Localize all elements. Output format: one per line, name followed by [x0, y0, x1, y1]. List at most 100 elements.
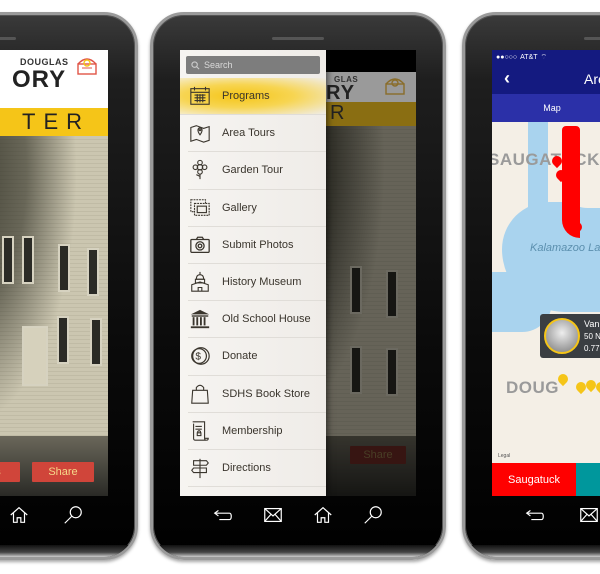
share-button-dimmed: Share: [350, 446, 406, 464]
menu-label: Programs: [222, 90, 270, 103]
window: [386, 348, 398, 396]
location-callout[interactable]: Van 50 N 0.77: [540, 314, 600, 358]
gallery-frames-icon: [188, 196, 212, 220]
callout-address: 50 N: [584, 332, 600, 341]
window: [386, 270, 398, 318]
columns-building-icon: [188, 307, 212, 331]
area-tabs: Saugatuck: [492, 463, 600, 496]
window: [350, 266, 362, 314]
callout-title: Van: [584, 319, 600, 329]
menu-label: History Museum: [222, 276, 302, 289]
back-chevron-icon[interactable]: ‹: [504, 68, 510, 89]
menu-label: Area Tours: [222, 127, 275, 140]
menu-label: Gallery: [222, 201, 257, 214]
search-icon[interactable]: [359, 501, 387, 529]
wifi-icon: ⌔: [540, 53, 548, 61]
device-nav-bar: [0, 495, 135, 535]
door: [22, 326, 48, 386]
menu-item-garden-tour[interactable]: Garden Tour: [188, 152, 326, 190]
phone-menu: GLAS RY R Share Search Programs Area Tou…: [150, 12, 446, 560]
speaker-grille: [0, 37, 16, 40]
map-label-lake: Kalamazoo Lake: [530, 242, 600, 254]
tab-saugatuck[interactable]: Saugatuck: [492, 463, 576, 496]
svg-text:$: $: [195, 352, 201, 363]
museum-logo-icon: [77, 58, 97, 75]
camera-icon: [188, 233, 212, 257]
callout-distance: 0.77: [584, 344, 600, 353]
mail-icon[interactable]: [259, 501, 287, 529]
action-buttons: ns Share: [0, 462, 108, 482]
historic-building-photo: ns Share: [0, 136, 108, 496]
home-icon[interactable]: [5, 501, 33, 529]
flower-icon: [188, 158, 212, 182]
signpost-icon: [188, 456, 212, 480]
carrier-name: AT&T: [520, 53, 538, 61]
window: [2, 236, 14, 284]
scroll-icon: [188, 419, 212, 443]
calendar-icon: [188, 84, 212, 108]
device-nav-bar: [153, 495, 443, 535]
window: [22, 236, 34, 284]
phone-home: DOUGLAS ORY TER Share: [0, 12, 138, 560]
menu-item-history-museum[interactable]: History Museum: [188, 264, 326, 302]
menu-item-directions[interactable]: Directions: [188, 450, 326, 488]
menu-item-donate[interactable]: $ Donate: [188, 338, 326, 376]
map-label-saugatuck: SAUGATUCK: [492, 150, 600, 169]
menu-item-book-store[interactable]: SDHS Book Store: [188, 376, 326, 413]
dollar-coin-icon: $: [188, 344, 212, 368]
speaker-grille: [272, 37, 324, 40]
brand-bottom-text: TER: [22, 109, 90, 134]
signal-strength: ●●○○○: [496, 53, 518, 61]
tab-map[interactable]: Map: [492, 103, 600, 113]
view-tabs: Map: [492, 94, 600, 122]
share-button[interactable]: Share: [32, 462, 94, 482]
home-icon[interactable]: [309, 501, 337, 529]
menu-item-area-tours[interactable]: Area Tours: [188, 115, 326, 153]
menu-item-old-school-house[interactable]: Old School House: [188, 301, 326, 339]
device-nav-bar: [465, 495, 600, 535]
status-bar: ●●○○○ AT&T ⌔: [492, 50, 600, 64]
navigation-drawer: Search Programs Area Tours Garden Tour G…: [180, 50, 326, 496]
map-pin-icon: [188, 121, 212, 145]
phone-map: ●●○○○ AT&T ⌔ ‹ Are Map SAUGATUCK Kalamaz…: [462, 12, 600, 560]
location-thumbnail: [544, 318, 580, 354]
menu-label: Old School House: [222, 313, 311, 326]
brand-middle-text: ORY: [12, 66, 67, 93]
brand-yellow-bar: TER: [0, 108, 108, 136]
window: [350, 346, 362, 394]
brand-bottom-text: R: [330, 102, 353, 124]
shopping-bag-icon: [188, 382, 212, 406]
menu-label: SDHS Book Store: [222, 387, 311, 400]
app-bar: ‹ Are: [492, 64, 600, 94]
map-label-douglas: DOUG: [506, 378, 559, 397]
menu-list: Programs Area Tours Garden Tour Gallery …: [180, 78, 326, 488]
search-icon[interactable]: [59, 501, 87, 529]
menu-label: Donate: [222, 350, 258, 363]
menu-label: Garden Tour: [222, 164, 283, 177]
app-showcase: DOUGLAS ORY TER Share GLAS RY R Share Se…: [0, 0, 600, 574]
menu-item-programs[interactable]: Programs: [180, 78, 326, 116]
back-icon[interactable]: [209, 501, 237, 529]
directions-button[interactable]: ns: [0, 462, 20, 482]
window: [58, 244, 70, 292]
search-placeholder: Search: [204, 60, 233, 70]
map-view[interactable]: SAUGATUCK Kalamazoo Lake DOUG Van 50 N 0…: [492, 122, 600, 463]
menu-item-submit-photos[interactable]: Submit Photos: [188, 227, 326, 264]
menu-label: Submit Photos: [222, 238, 294, 251]
window: [90, 318, 102, 366]
menu-item-membership[interactable]: Membership: [188, 413, 326, 450]
mail-icon[interactable]: [575, 501, 600, 529]
search-icon: [191, 60, 200, 69]
home-screen: DOUGLAS ORY TER Share: [0, 50, 108, 496]
legal-link[interactable]: Legal: [498, 453, 510, 459]
menu-screen: GLAS RY R Share Search Programs Area Tou…: [180, 50, 416, 496]
window: [57, 316, 69, 364]
menu-item-gallery[interactable]: Gallery: [188, 190, 326, 227]
tab-second-area[interactable]: [576, 463, 600, 496]
map-screen: ●●○○○ AT&T ⌔ ‹ Are Map SAUGATUCK Kalamaz…: [492, 50, 600, 496]
menu-label: Directions: [222, 461, 271, 474]
search-input[interactable]: Search: [186, 56, 320, 74]
back-icon[interactable]: [521, 501, 549, 529]
window: [87, 248, 99, 296]
museum-icon: [188, 270, 212, 294]
